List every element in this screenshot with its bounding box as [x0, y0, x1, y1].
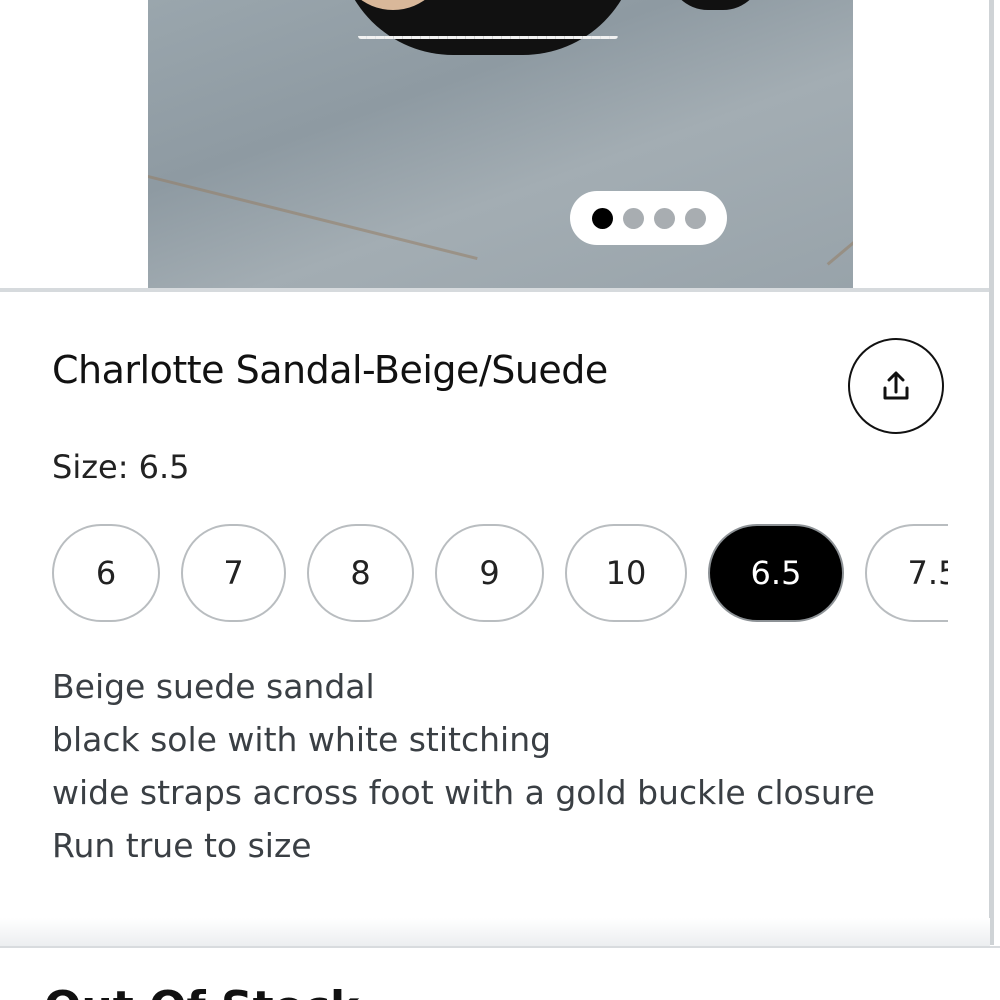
- size-option-7[interactable]: 7: [181, 524, 286, 622]
- size-option-10[interactable]: 10: [565, 524, 687, 622]
- sandal-suede-strap: [338, 0, 448, 10]
- sandal-image: [338, 0, 638, 55]
- carousel-pagination: [570, 191, 727, 245]
- stock-status-heading: Out Of Stock: [44, 978, 359, 1000]
- product-image-carousel[interactable]: [0, 0, 1000, 288]
- product-title: Charlotte Sandal-Beige/Suede: [52, 348, 608, 392]
- description-line: black sole with white stitching: [52, 720, 552, 759]
- carousel-dot-2[interactable]: [622, 207, 644, 229]
- description-line: Beige suede sandal: [52, 667, 375, 706]
- carousel-dot-3[interactable]: [653, 207, 675, 229]
- carousel-dot-4[interactable]: [684, 207, 706, 229]
- product-page: Charlotte Sandal-Beige/Suede Size: 6.5 6…: [0, 0, 1000, 1000]
- floor-seam: [148, 170, 478, 261]
- scrollbar-track[interactable]: [989, 0, 994, 945]
- section-divider: [0, 946, 1000, 948]
- floor-seam: [826, 237, 853, 266]
- size-option-6[interactable]: 6: [52, 524, 160, 622]
- description-line: Run true to size: [52, 826, 312, 865]
- share-button[interactable]: [848, 338, 944, 434]
- sandal-stitching: [358, 36, 618, 39]
- sandal-image: [668, 0, 763, 10]
- size-option-9[interactable]: 9: [435, 524, 544, 622]
- section-divider: [0, 288, 990, 292]
- product-description: Beige suede sandal black sole with white…: [52, 660, 875, 872]
- size-option-7-5[interactable]: 7.5: [865, 524, 948, 622]
- size-option-6-5[interactable]: 6.5: [708, 524, 844, 622]
- product-photo[interactable]: [148, 0, 853, 288]
- size-option-8[interactable]: 8: [307, 524, 414, 622]
- carousel-dot-1[interactable]: [591, 207, 613, 229]
- share-icon: [883, 371, 909, 400]
- selected-size-label: Size: 6.5: [52, 448, 190, 486]
- size-selector: 6 7 8 9 10 6.5 7.5: [52, 524, 948, 624]
- description-line: wide straps across foot with a gold buck…: [52, 773, 875, 812]
- section-shadow: [0, 918, 990, 946]
